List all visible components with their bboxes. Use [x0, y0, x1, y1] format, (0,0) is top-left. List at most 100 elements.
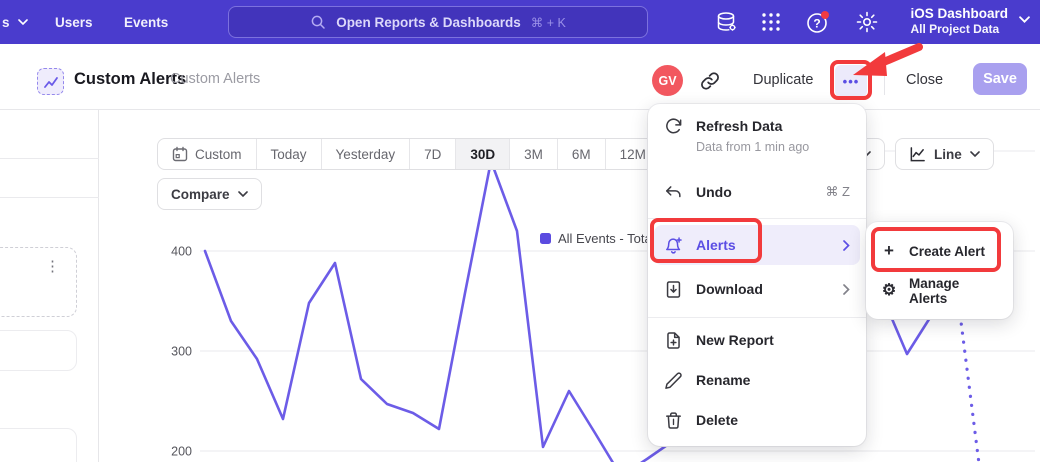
chevron-down-icon: [970, 151, 980, 158]
gear-icon: ⚙: [882, 282, 896, 300]
menu-divider: [648, 317, 866, 318]
submenu-item-create-alert[interactable]: + Create Alert: [866, 232, 1013, 270]
left-sidebar: ⋮: [0, 110, 99, 462]
sidebar-divider: [0, 158, 99, 159]
range-today[interactable]: Today: [257, 139, 322, 169]
chart-line-projected: [959, 306, 985, 462]
save-label: Save: [983, 71, 1017, 87]
project-title: iOS Dashboard: [910, 5, 1008, 22]
y-axis-tick: 300: [171, 345, 192, 359]
alerts-submenu: + Create Alert ⚙ Manage Alerts: [866, 222, 1013, 319]
chart-legend: All Events - Total: [540, 231, 655, 246]
more-options-button[interactable]: •••: [835, 65, 867, 97]
nav-item-users[interactable]: Users: [55, 0, 93, 44]
chart-type-button[interactable]: Line: [895, 138, 994, 170]
new-report-icon: [664, 331, 683, 350]
compare-label: Compare: [171, 187, 230, 202]
submenu-item-manage-alerts[interactable]: ⚙ Manage Alerts: [866, 272, 1013, 310]
undo-label: Undo: [696, 184, 812, 200]
chevron-right-icon: [843, 240, 850, 251]
calendar-icon: [172, 146, 188, 162]
rename-pencil-icon: [664, 371, 683, 390]
menu-item-undo[interactable]: Undo ⌘ Z: [648, 174, 866, 210]
alert-bell-icon: [664, 236, 683, 255]
compare-button[interactable]: Compare: [157, 178, 262, 210]
settings-gear-icon[interactable]: [855, 10, 879, 34]
legend-label: All Events - Total: [558, 231, 655, 246]
duplicate-button[interactable]: Duplicate: [753, 72, 813, 88]
legend-swatch: [540, 233, 551, 244]
breadcrumb: Custom Alerts: [170, 71, 260, 87]
date-range-control: CustomTodayYesterday7D30D3M6M12M: [157, 138, 661, 170]
sidebar-report-card[interactable]: [0, 428, 77, 462]
menu-item-delete[interactable]: Delete: [648, 401, 866, 439]
events-label: Events: [124, 15, 168, 30]
range-3m[interactable]: 3M: [510, 139, 558, 169]
project-switcher[interactable]: iOS Dashboard All Project Data: [910, 5, 1008, 36]
chevron-down-icon: [18, 19, 28, 26]
notification-dot: [821, 11, 829, 19]
range-yesterday[interactable]: Yesterday: [322, 139, 411, 169]
report-type-icon: [37, 68, 64, 95]
users-label: Users: [55, 15, 93, 30]
nav-item-cutoff[interactable]: s: [2, 0, 28, 44]
range-7d[interactable]: 7D: [410, 139, 456, 169]
header-divider: [884, 67, 885, 95]
rename-label: Rename: [696, 372, 850, 388]
y-axis-tick: 200: [171, 445, 192, 459]
line-chart-glyph: [45, 78, 57, 87]
avatar[interactable]: GV: [652, 65, 683, 96]
search-icon: [310, 14, 326, 30]
undo-shortcut: ⌘ Z: [825, 184, 850, 200]
menu-item-refresh-data[interactable]: Refresh Data: [648, 112, 866, 140]
chevron-right-icon: [843, 284, 850, 295]
y-axis-tick: 400: [171, 245, 192, 259]
apps-grid-icon[interactable]: [759, 10, 783, 34]
report-header: Custom Alerts Custom Alerts GV Duplicate…: [0, 44, 1040, 110]
more-options-menu: Refresh Data Data from 1 min ago Undo ⌘ …: [648, 104, 866, 446]
project-chevron-down-icon: [1019, 16, 1030, 24]
menu-item-download[interactable]: Download: [648, 269, 866, 309]
menu-divider: [648, 218, 866, 219]
nav-cutoff-label: s: [2, 15, 10, 30]
menu-item-new-report[interactable]: New Report: [648, 321, 866, 359]
search-placeholder: Open Reports & Dashboards: [336, 15, 521, 30]
new-report-label: New Report: [696, 332, 850, 348]
svg-text:?: ?: [813, 17, 820, 31]
sidebar-report-card[interactable]: ⋮: [0, 247, 77, 317]
refresh-icon: [664, 117, 683, 136]
close-button[interactable]: Close: [906, 72, 943, 88]
nav-item-events[interactable]: Events: [124, 0, 168, 44]
avatar-initials: GV: [658, 74, 676, 88]
range-custom[interactable]: Custom: [158, 139, 257, 169]
menu-item-alerts[interactable]: Alerts: [654, 225, 860, 265]
delete-label: Delete: [696, 412, 850, 428]
undo-icon: [664, 183, 683, 202]
top-nav: s Users Events Open Reports & Dashboards…: [0, 0, 1040, 44]
create-alert-label: Create Alert: [909, 244, 985, 259]
manage-alerts-label: Manage Alerts: [909, 276, 999, 306]
delete-trash-icon: [664, 411, 683, 430]
sidebar-report-card[interactable]: [0, 330, 77, 371]
data-management-icon[interactable]: [715, 10, 739, 34]
copy-link-icon[interactable]: [699, 70, 721, 92]
app-root: s Users Events Open Reports & Dashboards…: [0, 0, 1040, 462]
sidebar-divider: [0, 197, 99, 198]
chevron-down-icon: [238, 191, 248, 198]
save-button[interactable]: Save: [973, 63, 1027, 95]
plus-icon: +: [884, 242, 894, 260]
range-6m[interactable]: 6M: [558, 139, 606, 169]
search-shortcut: ⌘ + K: [531, 15, 566, 30]
global-search-input[interactable]: Open Reports & Dashboards ⌘ + K: [228, 6, 648, 38]
alerts-label: Alerts: [696, 237, 830, 253]
refresh-label: Refresh Data: [696, 118, 850, 134]
help-icon[interactable]: ?: [806, 10, 830, 34]
line-chart-type-icon: [909, 146, 926, 163]
menu-item-rename[interactable]: Rename: [648, 361, 866, 399]
kebab-menu-icon[interactable]: ⋮: [45, 260, 60, 274]
refresh-subtitle: Data from 1 min ago: [696, 140, 809, 154]
download-label: Download: [696, 281, 830, 297]
range-30d[interactable]: 30D: [456, 139, 510, 169]
chart-type-label: Line: [934, 147, 962, 162]
project-subtitle: All Project Data: [910, 22, 1008, 36]
